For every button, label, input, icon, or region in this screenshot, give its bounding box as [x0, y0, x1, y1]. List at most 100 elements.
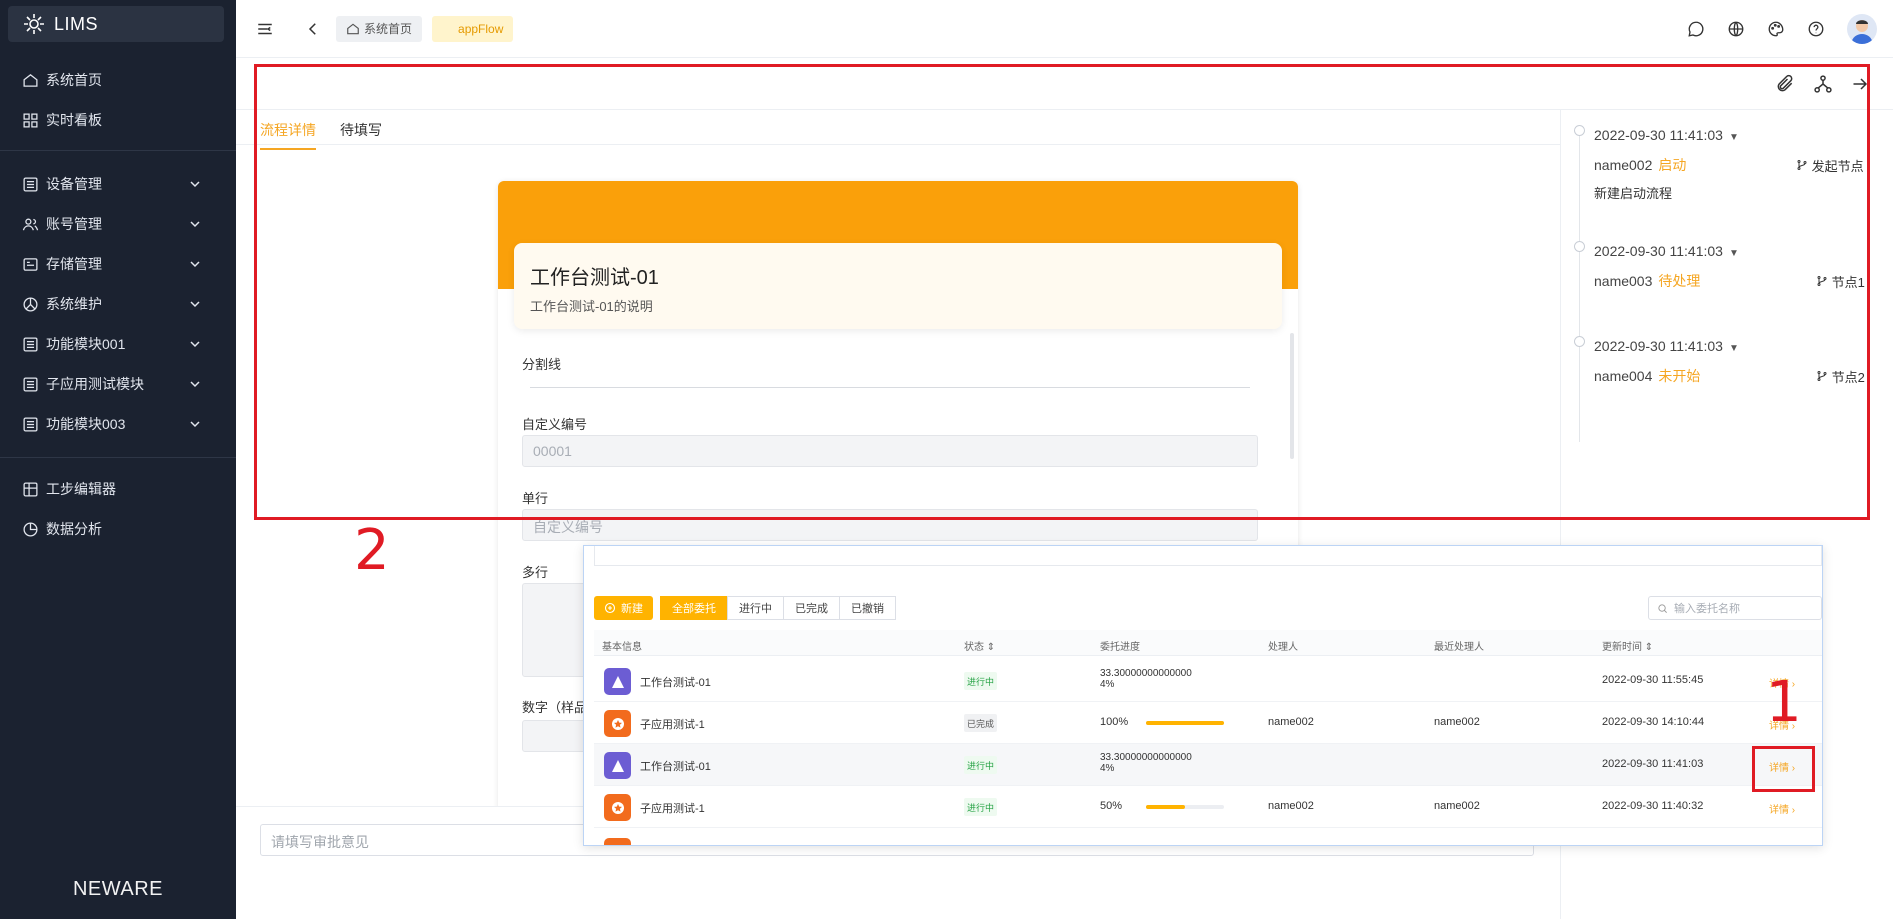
row-name: 工作台测试-01	[640, 677, 711, 689]
sidebar-item-home[interactable]: 系统首页	[0, 60, 236, 100]
top-header: 系统首页 appFlow	[236, 0, 1893, 58]
sidebar-item-label: 账号管理	[46, 216, 102, 232]
brand[interactable]: LIMS	[8, 6, 224, 42]
star-app-icon	[604, 838, 631, 845]
progress-text: 100%	[1100, 716, 1129, 728]
chevron-down-icon	[190, 261, 200, 268]
user-avatar-icon	[1851, 20, 1873, 44]
chevron-down-icon	[190, 181, 200, 188]
sidebar-item-label: 功能模块001	[46, 336, 126, 352]
help-icon[interactable]	[1807, 20, 1825, 38]
sidebar: LIMS 系统首页 实时看板 设备管理 账号管理 存储管理 系统维护 功能模块0…	[0, 0, 236, 919]
detail-link[interactable]: 详情 ›	[1769, 801, 1795, 816]
chevron-down-icon	[190, 421, 200, 428]
users-icon	[22, 218, 39, 230]
table-row[interactable]	[594, 828, 1822, 845]
logo-icon	[24, 14, 44, 34]
row-name: 子应用测试-1	[640, 803, 705, 815]
palette-icon[interactable]	[1767, 20, 1785, 38]
row-name: 工作台测试-01	[640, 761, 711, 773]
last-handler: name002	[1434, 716, 1480, 728]
number-label: 数字（样品	[522, 700, 588, 715]
module-icon	[23, 376, 38, 392]
overlay-top-strip	[594, 546, 1822, 566]
status-badge: 进行中	[964, 798, 998, 816]
new-button[interactable]: 新建	[594, 596, 653, 620]
storage-icon	[23, 257, 38, 271]
triangle-app-icon	[604, 752, 631, 779]
menu-fold-icon[interactable]	[256, 20, 274, 38]
sidebar-item-data-analysis[interactable]: 数据分析	[0, 509, 236, 549]
chevron-down-icon	[190, 221, 200, 228]
updated-time: 2022-09-30 14:10:44	[1602, 716, 1705, 728]
sidebar-item-label: 功能模块003	[46, 416, 126, 432]
column-header[interactable]: 状态 ⇕	[964, 638, 995, 653]
avatar[interactable]	[1847, 14, 1877, 44]
sidebar-item-subapp-test[interactable]: 子应用测试模块	[0, 364, 236, 404]
breadcrumb-home[interactable]: 系统首页	[336, 15, 423, 42]
sidebar-item-devices[interactable]: 设备管理	[0, 164, 236, 204]
star-app-icon	[604, 710, 631, 737]
status-badge: 已完成	[964, 714, 998, 732]
back-icon[interactable]	[304, 20, 322, 38]
sidebar-item-storage[interactable]: 存储管理	[0, 244, 236, 284]
maintenance-icon	[23, 296, 38, 312]
column-header: 最近处理人	[1434, 642, 1484, 653]
message-icon[interactable]	[1687, 20, 1705, 38]
sidebar-item-label: 数据分析	[46, 521, 102, 537]
globe-icon[interactable]	[1727, 20, 1745, 38]
sidebar-divider	[0, 150, 236, 151]
annotation-label-2: 2	[354, 518, 390, 583]
progress-text: 33.30000000000000 4%	[1100, 752, 1192, 774]
home-icon	[347, 23, 359, 34]
filter-all[interactable]: 全部委托	[660, 596, 728, 620]
table-row[interactable]: 子应用测试-1 进行中 50% name002 name002 2022-09-…	[594, 786, 1822, 828]
progress-fill	[1146, 805, 1185, 809]
search-icon	[1658, 603, 1667, 613]
handler: name002	[1268, 716, 1314, 728]
table-row[interactable]: 工作台测试-01 进行中 33.30000000000000 4% 2022-0…	[594, 744, 1822, 786]
column-header[interactable]: 更新时间 ⇕	[1602, 638, 1653, 653]
breadcrumb-app[interactable]: appFlow	[432, 15, 514, 42]
filter-revoked[interactable]: 已撤销	[839, 596, 896, 620]
chevron-down-icon	[190, 301, 200, 308]
column-header: 基本信息	[602, 642, 642, 653]
column-header: 委托进度	[1100, 642, 1140, 653]
chart-pie-icon	[23, 521, 38, 537]
row-name: 子应用测试-1	[640, 719, 705, 731]
search-input[interactable]: 输入委托名称	[1648, 596, 1822, 620]
status-badge: 进行中	[964, 756, 998, 774]
breadcrumb-app-label: appFlow	[458, 21, 504, 36]
table-row[interactable]: 工作台测试-01 进行中 33.30000000000000 4% 2022-0…	[594, 660, 1822, 702]
home-icon	[23, 73, 38, 87]
progress-fill	[1146, 721, 1224, 725]
module-icon	[23, 416, 38, 432]
sidebar-item-label: 系统维护	[46, 296, 102, 312]
filter-completed[interactable]: 已完成	[783, 596, 840, 620]
progress-bar	[1146, 805, 1224, 809]
task-list-overlay: 新建 全部委托 进行中 已完成 已撤销 输入委托名称 基本信息 状态 ⇕ 委托进…	[583, 545, 1823, 846]
sidebar-item-label: 工步编辑器	[46, 481, 116, 497]
sidebar-item-label: 子应用测试模块	[46, 376, 144, 392]
chevron-down-icon	[190, 381, 200, 388]
sidebar-item-module003[interactable]: 功能模块003	[0, 404, 236, 444]
table-row[interactable]: 子应用测试-1 已完成 100% name002 name002 2022-09…	[594, 702, 1822, 744]
progress-text: 33.30000000000000 4%	[1100, 668, 1192, 690]
sidebar-item-step-editor[interactable]: 工步编辑器	[0, 469, 236, 509]
chevron-down-icon	[190, 341, 200, 348]
status-badge: 进行中	[964, 672, 998, 690]
star-app-icon	[604, 794, 631, 821]
sidebar-divider	[0, 457, 236, 458]
filter-in-progress[interactable]: 进行中	[727, 596, 784, 620]
sidebar-item-accounts[interactable]: 账号管理	[0, 204, 236, 244]
annotation-label-1: 1	[1766, 670, 1802, 735]
breadcrumb-home-label: 系统首页	[364, 22, 413, 36]
filter-bar: 新建 全部委托 进行中 已完成 已撤销	[594, 596, 896, 620]
sidebar-item-dashboard[interactable]: 实时看板	[0, 100, 236, 140]
progress-bar	[1146, 721, 1224, 725]
sidebar-item-label: 设备管理	[46, 176, 102, 192]
sidebar-item-maintenance[interactable]: 系统维护	[0, 284, 236, 324]
sidebar-item-module001[interactable]: 功能模块001	[0, 324, 236, 364]
annotation-box-2	[254, 64, 1870, 520]
handler: name002	[1268, 800, 1314, 812]
